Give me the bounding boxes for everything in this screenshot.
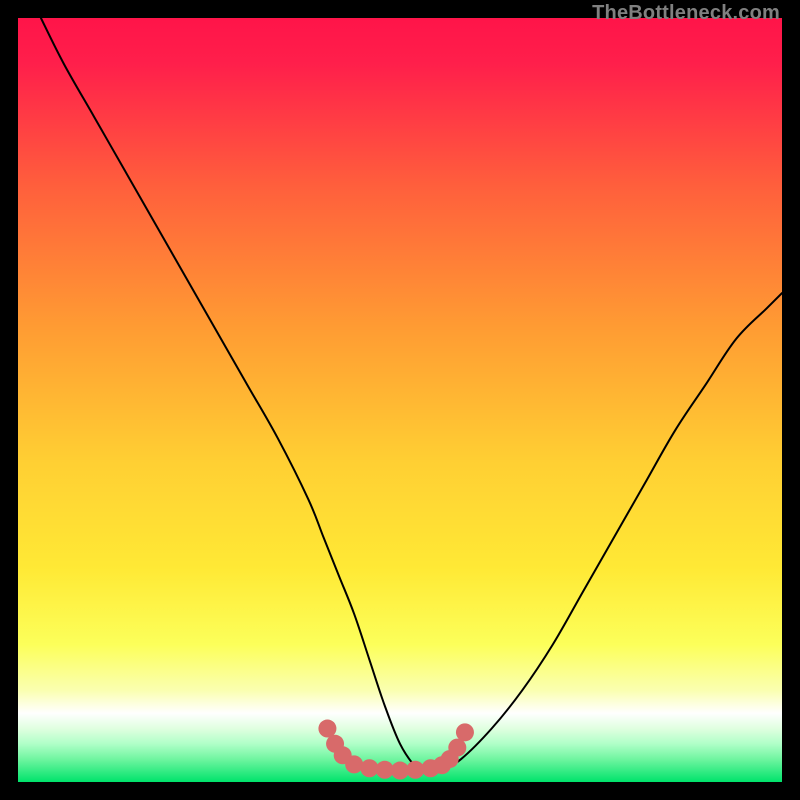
watermark-text: TheBottleneck.com [592, 2, 780, 25]
marker-dot [376, 761, 394, 779]
chart-background [18, 18, 782, 782]
chart-frame: TheBottleneck.com [0, 0, 800, 800]
chart-svg [18, 18, 782, 782]
marker-dot [318, 720, 336, 738]
marker-dot [345, 755, 363, 773]
marker-dot [391, 762, 409, 780]
marker-dot [448, 739, 466, 757]
marker-dot [360, 759, 378, 777]
chart-plot-area [18, 18, 782, 782]
marker-dot [456, 723, 474, 741]
marker-dot [406, 761, 424, 779]
